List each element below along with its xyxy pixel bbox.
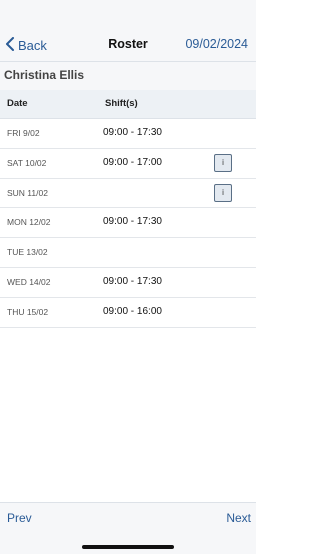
row-date: TUE 13/02 [7, 247, 48, 258]
row-date: THU 15/02 [7, 306, 49, 317]
table-header: Date Shift(s) [0, 90, 256, 119]
row-shift: 09:00 - 17:30 [103, 275, 162, 287]
row-shift: 09:00 - 17:00 [103, 156, 162, 168]
back-label: Back [18, 37, 47, 53]
date-picker-button[interactable]: 09/02/2024 [185, 37, 248, 51]
prev-button[interactable]: Prev [7, 511, 32, 525]
row-shift: 09:00 - 16:00 [103, 305, 162, 317]
table-row: SUN 11/02 i [0, 179, 256, 209]
info-button[interactable]: i [214, 183, 232, 202]
next-button[interactable]: Next [226, 511, 251, 525]
row-date: FRI 9/02 [7, 128, 40, 138]
table-row: WED 14/02 09:00 - 17:30 [0, 268, 256, 298]
table-row: THU 15/02 09:00 - 16:00 [0, 298, 256, 328]
table-row: TUE 13/02 [0, 238, 256, 268]
footer-toolbar: Prev Next [0, 502, 256, 554]
row-date: SAT 10/02 [7, 157, 47, 168]
table-row: SAT 10/02 09:00 - 17:00 i [0, 149, 256, 179]
table-row: FRI 9/02 09:00 - 17:30 [0, 119, 256, 149]
row-date: WED 14/02 [7, 276, 51, 287]
roster-table: FRI 9/02 09:00 - 17:30 SAT 10/02 09:00 -… [0, 119, 256, 328]
info-button[interactable]: i [214, 153, 232, 172]
column-header-shifts: Shift(s) [105, 98, 138, 109]
home-indicator[interactable] [82, 545, 174, 549]
employee-header: Christina Ellis [0, 62, 256, 90]
column-header-date: Date [7, 98, 28, 109]
table-row: MON 12/02 09:00 - 17:30 [0, 208, 256, 239]
navigation-bar: Back Roster 09/02/2024 [0, 0, 256, 62]
row-date: MON 12/02 [7, 217, 51, 228]
employee-name: Christina Ellis [4, 68, 85, 82]
row-shift: 09:00 - 17:30 [103, 216, 162, 228]
row-date: SUN 11/02 [7, 187, 48, 198]
row-shift: 09:00 - 17:30 [103, 127, 162, 138]
back-button[interactable]: Back [5, 36, 47, 54]
chevron-left-icon [5, 36, 18, 54]
